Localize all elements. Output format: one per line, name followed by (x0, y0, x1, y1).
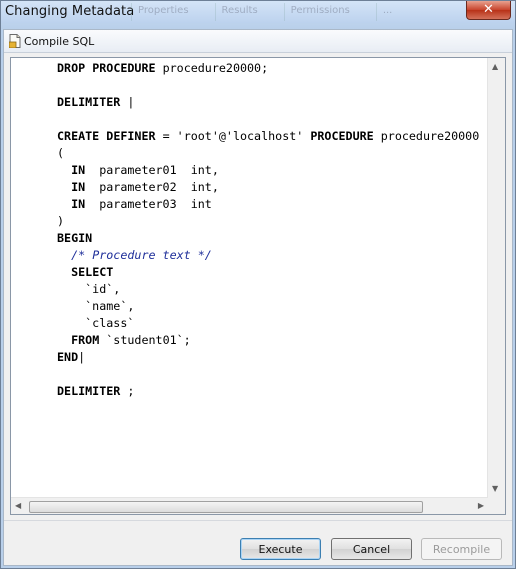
code-line: DELIMITER | (57, 95, 135, 109)
toolbar: Compile SQL (4, 30, 512, 53)
scroll-down-icon[interactable]: ▼ (492, 484, 498, 494)
editor-gutter (11, 58, 51, 498)
scrollbar-corner (488, 498, 505, 514)
scroll-up-icon[interactable]: ▲ (492, 62, 498, 72)
code-line: IN parameter03 int (71, 197, 212, 211)
code-line: ​ (57, 77, 491, 94)
title-bar[interactable]: Changing Metadata Properties Results Per… (1, 1, 515, 23)
vertical-scrollbar[interactable]: ▲ ▼ (487, 58, 505, 498)
background-tabs: Properties Results Permissions ... (131, 3, 418, 21)
code-line: SELECT (71, 265, 114, 279)
horizontal-scroll-thumb[interactable] (29, 501, 423, 513)
code-line: CREATE DEFINER = 'root'@'localhost' PROC… (57, 129, 480, 143)
recompile-button[interactable]: Recompile (421, 538, 502, 560)
background-tab: ... (375, 3, 399, 21)
code-line: ) (57, 214, 65, 228)
background-tab: Properties (131, 3, 195, 21)
code-line: /* Procedure text */ (71, 248, 212, 262)
background-tab: Permissions (283, 3, 356, 21)
execute-button[interactable]: Execute (240, 538, 321, 560)
changing-metadata-dialog: Changing Metadata Properties Results Per… (0, 0, 516, 569)
code-line: END| (57, 350, 86, 364)
code-line: IN parameter02 int, (71, 180, 219, 194)
background-tab: Results (214, 3, 264, 21)
horizontal-scrollbar[interactable]: ◀ ▶ (11, 497, 488, 514)
code-line: IN parameter01 int, (71, 163, 219, 177)
code-line: BEGIN (57, 231, 93, 245)
code-line: `name`, (57, 299, 135, 313)
code-line: ​ (57, 366, 491, 383)
code-line: FROM `student01`; (71, 333, 191, 347)
code-line: DROP PROCEDURE procedure20000; (57, 61, 269, 75)
document-icon (8, 34, 21, 49)
window-title: Changing Metadata (5, 4, 135, 19)
sql-editor[interactable]: DROP PROCEDURE procedure20000;​DELIMITER… (10, 57, 506, 515)
compile-sql-label: Compile SQL (24, 34, 95, 48)
close-icon: ✕ (483, 2, 494, 17)
sql-code[interactable]: DROP PROCEDURE procedure20000;​DELIMITER… (57, 60, 491, 496)
scroll-right-icon[interactable]: ▶ (478, 501, 484, 511)
scroll-left-icon[interactable]: ◀ (15, 501, 21, 511)
code-line: DELIMITER ; (57, 384, 135, 398)
code-line: ​ (57, 111, 491, 128)
compile-sql-button[interactable]: Compile SQL (8, 32, 95, 50)
code-line: `id`, (57, 282, 121, 296)
dialog-body: Compile SQL DROP PROCEDURE procedure2000… (3, 29, 513, 566)
code-line: `class` (57, 316, 135, 330)
cancel-button[interactable]: Cancel (331, 538, 412, 560)
close-button[interactable]: ✕ (466, 1, 511, 20)
divider (4, 520, 512, 521)
code-line: ( (57, 146, 65, 160)
